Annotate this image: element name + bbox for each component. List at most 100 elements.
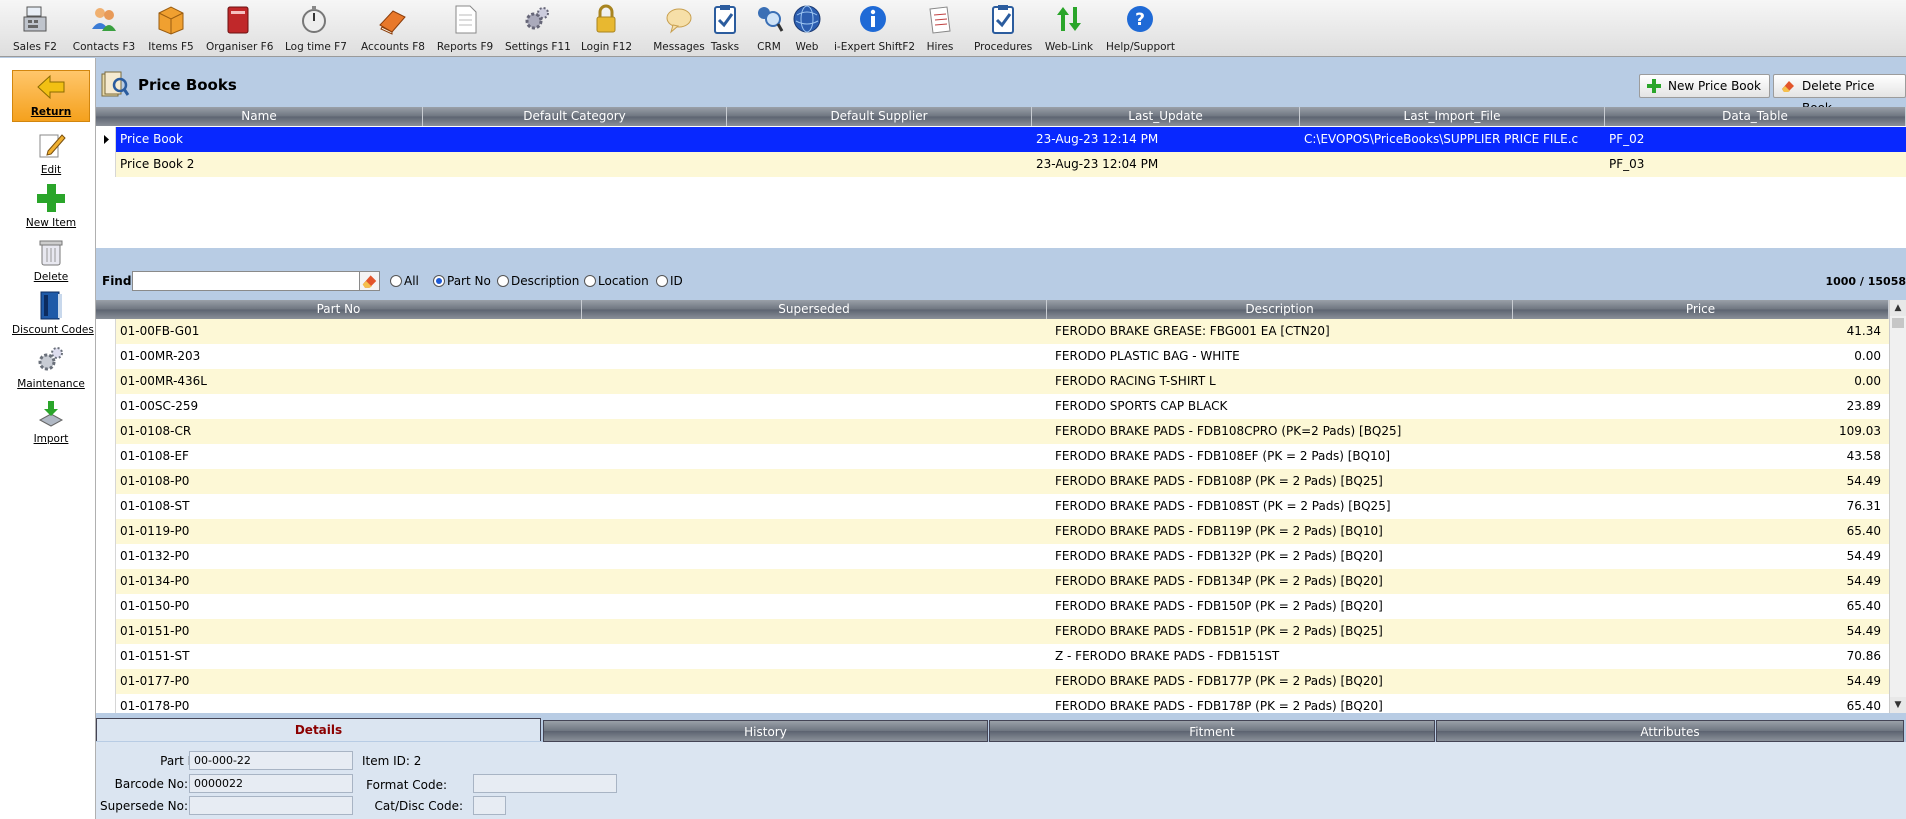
tab-fitment[interactable]: Fitment [989, 720, 1435, 742]
item-row[interactable]: 01-0119-P0 FERODO BRAKE PADS - FDB119P (P… [96, 519, 1889, 544]
sidebar-delete-button[interactable]: Delete [12, 236, 90, 283]
item-row[interactable]: 01-0108-ST FERODO BRAKE PADS - FDB108ST (… [96, 494, 1889, 519]
part-no-field[interactable]: 00-000-22 [189, 751, 353, 770]
toolbar-web-link-button[interactable]: Web-Link [1044, 3, 1094, 55]
item-row[interactable]: 01-00SC-259 FERODO SPORTS CAP BLACK 23.89 [96, 394, 1889, 419]
column-header-part-no[interactable]: Part No [96, 300, 582, 319]
toolbar-help-support-button[interactable]: ? Help/Support [1106, 3, 1175, 55]
scroll-down-button[interactable]: ▼ [1890, 697, 1906, 713]
sidebar-discount-codes-button[interactable]: Discount Codes [12, 289, 94, 336]
item-row[interactable]: 01-0151-ST Z - FERODO BRAKE PADS - FDB151… [96, 644, 1889, 669]
find-option-description[interactable]: Description [497, 274, 579, 288]
item-row[interactable]: 01-0108-P0 FERODO BRAKE PADS - FDB108P (P… [96, 469, 1889, 494]
row-indicator [96, 394, 116, 419]
main-toolbar: Sales F2 Contacts F3 Items F5 Organiser F6 L… [0, 0, 1906, 57]
column-header-last-update[interactable]: Last_Update [1032, 107, 1300, 126]
find-option-id[interactable]: ID [656, 274, 683, 288]
sidebar-label: Edit [40, 164, 62, 176]
import-icon [35, 398, 67, 432]
clipboard-check-icon [710, 3, 740, 35]
cell-name: Price Book [120, 132, 183, 146]
format-code-field[interactable] [473, 774, 617, 793]
item-row[interactable]: 01-0132-P0 FERODO BRAKE PADS - FDB132P (P… [96, 544, 1889, 569]
cell-price: 54.49 [1846, 549, 1881, 563]
column-header-last-import-file[interactable]: Last_Import_File [1300, 107, 1605, 126]
toolbar-procedures-button[interactable]: Procedures [974, 3, 1032, 55]
find-option-all[interactable]: All [390, 274, 419, 288]
column-header-name[interactable]: Name [96, 107, 423, 126]
column-header-description[interactable]: Description [1047, 300, 1513, 319]
price-book-row[interactable]: Price Book 2 23-Aug-23 12:04 PM PF_03 [96, 152, 1906, 177]
item-row[interactable]: 01-0108-CR FERODO BRAKE PADS - FDB108CPRO… [96, 419, 1889, 444]
cell-desc: FERODO SPORTS CAP BLACK [1055, 399, 1228, 413]
cat-disc-field[interactable] [473, 796, 506, 815]
cell-superseded [586, 469, 1043, 494]
cell-data-table: PF_02 [1609, 132, 1645, 146]
find-option-location[interactable]: Location [584, 274, 649, 288]
toolbar-settings-f11-button[interactable]: Settings F11 [505, 3, 571, 55]
new-price-book-button[interactable]: New Price Book [1639, 74, 1770, 98]
scroll-up-button[interactable]: ▲ [1890, 300, 1906, 316]
sidebar-edit-button[interactable]: Edit [12, 129, 90, 176]
sidebar-return-button[interactable]: Return [12, 70, 90, 122]
item-row[interactable]: 01-0134-P0 FERODO BRAKE PADS - FDB134P (P… [96, 569, 1889, 594]
toolbar-tasks-button[interactable]: Tasks [710, 3, 740, 55]
toolbar-label: Tasks [710, 41, 740, 53]
toolbar-messages-button[interactable]: Messages [653, 3, 705, 55]
item-row[interactable]: 01-00MR-203 FERODO PLASTIC BAG - WHITE 0.0… [96, 344, 1889, 369]
item-row[interactable]: 01-00MR-436L FERODO RACING T-SHIRT L 0.00 [96, 369, 1889, 394]
column-header-default-category[interactable]: Default Category [423, 107, 727, 126]
cell-part: 01-0108-ST [120, 499, 190, 513]
toolbar-i-expert-shiftf2-button[interactable]: i-Expert ShiftF2 [834, 3, 916, 55]
delete-price-book-button[interactable]: Delete Price Book [1773, 74, 1906, 115]
toolbar-crm-button[interactable]: CRM [754, 3, 784, 55]
cell-category [427, 127, 723, 152]
column-header-price[interactable]: Price [1513, 300, 1889, 319]
toolbar-reports-f9-button[interactable]: Reports F9 [436, 3, 494, 55]
toolbar-label: Login F12 [581, 41, 633, 53]
toolbar-items-f5-button[interactable]: Items F5 [146, 3, 196, 55]
toolbar-accounts-f8-button[interactable]: Accounts F8 [361, 3, 425, 55]
toolbar-sales-f2-button[interactable]: Sales F2 [12, 3, 58, 55]
toolbar-login-f12-button[interactable]: Login F12 [581, 3, 633, 55]
column-header-superseded[interactable]: Superseded [582, 300, 1047, 319]
barcode-field[interactable]: 0000022 [189, 774, 353, 793]
toolbar-web-button[interactable]: Web [792, 3, 822, 55]
item-row[interactable]: 01-0177-P0 FERODO BRAKE PADS - FDB177P (P… [96, 669, 1889, 694]
sidebar-maintenance-button[interactable]: Maintenance [12, 343, 90, 390]
cell-superseded [586, 694, 1043, 713]
item-row[interactable]: 01-00FB-G01 FERODO BRAKE GREASE: FBG001 E… [96, 319, 1889, 344]
tab-details[interactable]: Details [96, 718, 541, 741]
find-option-part-no[interactable]: Part No [433, 274, 491, 288]
clear-find-button[interactable] [359, 271, 380, 291]
cell-superseded [586, 319, 1043, 344]
sidebar-new-item-button[interactable]: New Item [12, 182, 90, 229]
toolbar-label: i-Expert ShiftF2 [834, 41, 916, 53]
find-input[interactable] [132, 271, 360, 291]
toolbar-log-time-f7-button[interactable]: Log time F7 [285, 3, 347, 55]
items-scrollbar[interactable]: ▲ ▼ [1889, 300, 1906, 713]
row-indicator [96, 152, 116, 177]
tab-attributes[interactable]: Attributes [1436, 720, 1904, 742]
gears-icon [35, 343, 67, 377]
column-header-default-supplier[interactable]: Default Supplier [727, 107, 1032, 126]
tab-history[interactable]: History [543, 720, 988, 742]
item-row[interactable]: 01-0151-P0 FERODO BRAKE PADS - FDB151P (P… [96, 619, 1889, 644]
supersede-field[interactable] [189, 796, 353, 815]
price-book-row[interactable]: Price Book 23-Aug-23 12:14 PM C:\EVOPOS\Pr… [96, 127, 1906, 152]
updown-arrows-icon [1054, 3, 1084, 35]
cell-superseded [586, 644, 1043, 669]
column-header-data-table[interactable]: Data_Table [1605, 107, 1906, 126]
toolbar-hires-button[interactable]: Hires [923, 3, 957, 55]
item-row[interactable]: 01-0150-P0 FERODO BRAKE PADS - FDB150P (P… [96, 594, 1889, 619]
toolbar-organiser-f6-button[interactable]: Organiser F6 [206, 3, 274, 55]
scroll-thumb[interactable] [1892, 318, 1904, 328]
sidebar-import-button[interactable]: Import [12, 398, 90, 445]
cell-price: 65.40 [1846, 599, 1881, 613]
toolbar-label: Organiser F6 [206, 41, 274, 53]
toolbar-contacts-f3-button[interactable]: Contacts F3 [72, 3, 136, 55]
item-row[interactable]: 01-0178-P0 FERODO BRAKE PADS - FDB178P (P… [96, 694, 1889, 713]
item-row[interactable]: 01-0108-EF FERODO BRAKE PADS - FDB108EF (… [96, 444, 1889, 469]
details-panel: Part No: 00-000-22 Item ID: 2 Barcode No… [96, 742, 1906, 819]
toolbar-label: Help/Support [1106, 41, 1175, 53]
